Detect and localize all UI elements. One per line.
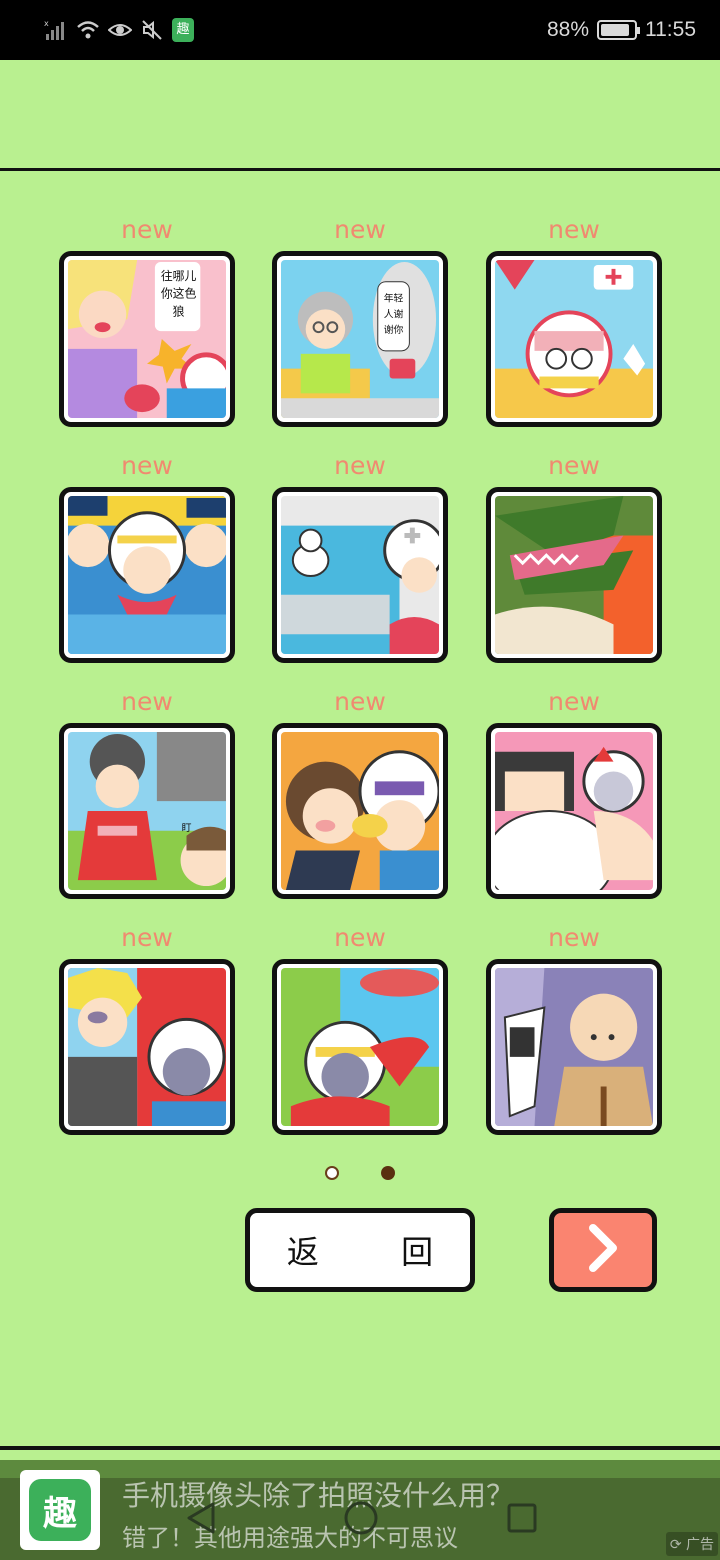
- back-button[interactable]: 返 回: [245, 1208, 475, 1292]
- new-badge: new: [121, 451, 173, 480]
- svg-text:狼: 狼: [173, 304, 185, 318]
- comic-hero-police-image: [68, 496, 226, 654]
- chevron-right-icon: [583, 1222, 623, 1278]
- comic-hug-image: [495, 732, 653, 890]
- back-icon[interactable]: [185, 1500, 217, 1540]
- new-badge: new: [548, 923, 600, 952]
- svg-text:x: x: [44, 19, 49, 28]
- new-badge: new: [334, 215, 386, 244]
- next-page-button[interactable]: [549, 1208, 657, 1292]
- new-badge: new: [334, 451, 386, 480]
- comic-blonde-thug-image: [68, 968, 226, 1126]
- comic-crocodile-image: [495, 496, 653, 654]
- mute-icon: [140, 18, 164, 42]
- ad-app-glyph: 趣: [29, 1479, 91, 1541]
- status-icons-right: 88% 11:55: [547, 14, 696, 46]
- home-icon[interactable]: [343, 1500, 379, 1540]
- ad-badge: ⟳ 广告: [665, 1532, 718, 1556]
- wifi-icon: [76, 18, 100, 42]
- ad-badge-text: 广告: [686, 1537, 714, 1553]
- level-thumbnail[interactable]: 盯: [59, 723, 235, 899]
- app-notification-icon: 趣: [172, 18, 194, 42]
- eye-icon: [108, 18, 132, 42]
- comic-crying-hero-image: [281, 968, 439, 1126]
- comic-kimono-girl-image: 盯: [68, 732, 226, 890]
- level-thumbnail[interactable]: [272, 723, 448, 899]
- new-badge: new: [334, 687, 386, 716]
- bottom-divider: [0, 1446, 720, 1450]
- level-thumbnail[interactable]: 往哪儿 你这色 狼: [59, 251, 235, 427]
- new-badge: new: [548, 451, 600, 480]
- signal-icon: x: [44, 18, 68, 42]
- battery-percent: 88%: [546, 18, 589, 41]
- speech-text: 盯: [182, 822, 192, 834]
- battery-icon: [597, 20, 640, 40]
- comic-kiss-image: [281, 732, 439, 890]
- new-badge: new: [121, 215, 173, 244]
- level-thumbnail[interactable]: [486, 251, 662, 427]
- level-thumbnail[interactable]: [486, 959, 662, 1135]
- new-badge: new: [334, 923, 386, 952]
- recent-apps-icon[interactable]: [506, 1500, 538, 1540]
- new-badge: new: [548, 687, 600, 716]
- new-badge: new: [121, 687, 173, 716]
- level-thumbnail[interactable]: [486, 723, 662, 899]
- new-badge: new: [121, 923, 173, 952]
- comic-woman-slap-image: 往哪儿 你这色 狼: [68, 260, 226, 418]
- svg-text:你这色: 你这色: [161, 287, 197, 301]
- battery-level: [601, 24, 630, 36]
- clock: 11:55: [645, 18, 696, 41]
- status-icons-left: x 趣: [44, 16, 194, 44]
- page-indicator-2[interactable]: [381, 1166, 395, 1180]
- status-bar: x 趣 88% 11:55: [0, 0, 720, 60]
- ad-title[interactable]: 手机摄像头除了拍照没什么用？: [122, 1474, 514, 1514]
- comic-cat-car-image: [281, 496, 439, 654]
- header-divider: [0, 168, 720, 171]
- header-area: [0, 60, 720, 169]
- svg-text:人谢: 人谢: [384, 307, 404, 320]
- ad-app-icon[interactable]: 趣: [20, 1470, 100, 1550]
- level-thumbnail[interactable]: [272, 487, 448, 663]
- comic-helmet-hero-fallen-image: [495, 260, 653, 418]
- comic-grandma-bus-image: 年轻 人谢 谢你: [281, 260, 439, 418]
- new-badge: new: [548, 215, 600, 244]
- level-thumbnail[interactable]: [59, 959, 235, 1135]
- ad-subtitle[interactable]: 错了！其他用途强大的不可思议: [122, 1518, 458, 1553]
- svg-text:谢你: 谢你: [384, 323, 404, 336]
- speech-text: 往哪儿: [161, 269, 197, 283]
- level-thumbnail[interactable]: [272, 959, 448, 1135]
- level-thumbnail[interactable]: [486, 487, 662, 663]
- level-thumbnail[interactable]: [59, 487, 235, 663]
- page-indicator-1[interactable]: [325, 1166, 339, 1180]
- level-thumbnail[interactable]: 年轻 人谢 谢你: [272, 251, 448, 427]
- comic-old-man-image: [495, 968, 653, 1126]
- svg-text:年轻: 年轻: [384, 291, 404, 304]
- ad-refresh-icon: ⟳: [669, 1537, 682, 1553]
